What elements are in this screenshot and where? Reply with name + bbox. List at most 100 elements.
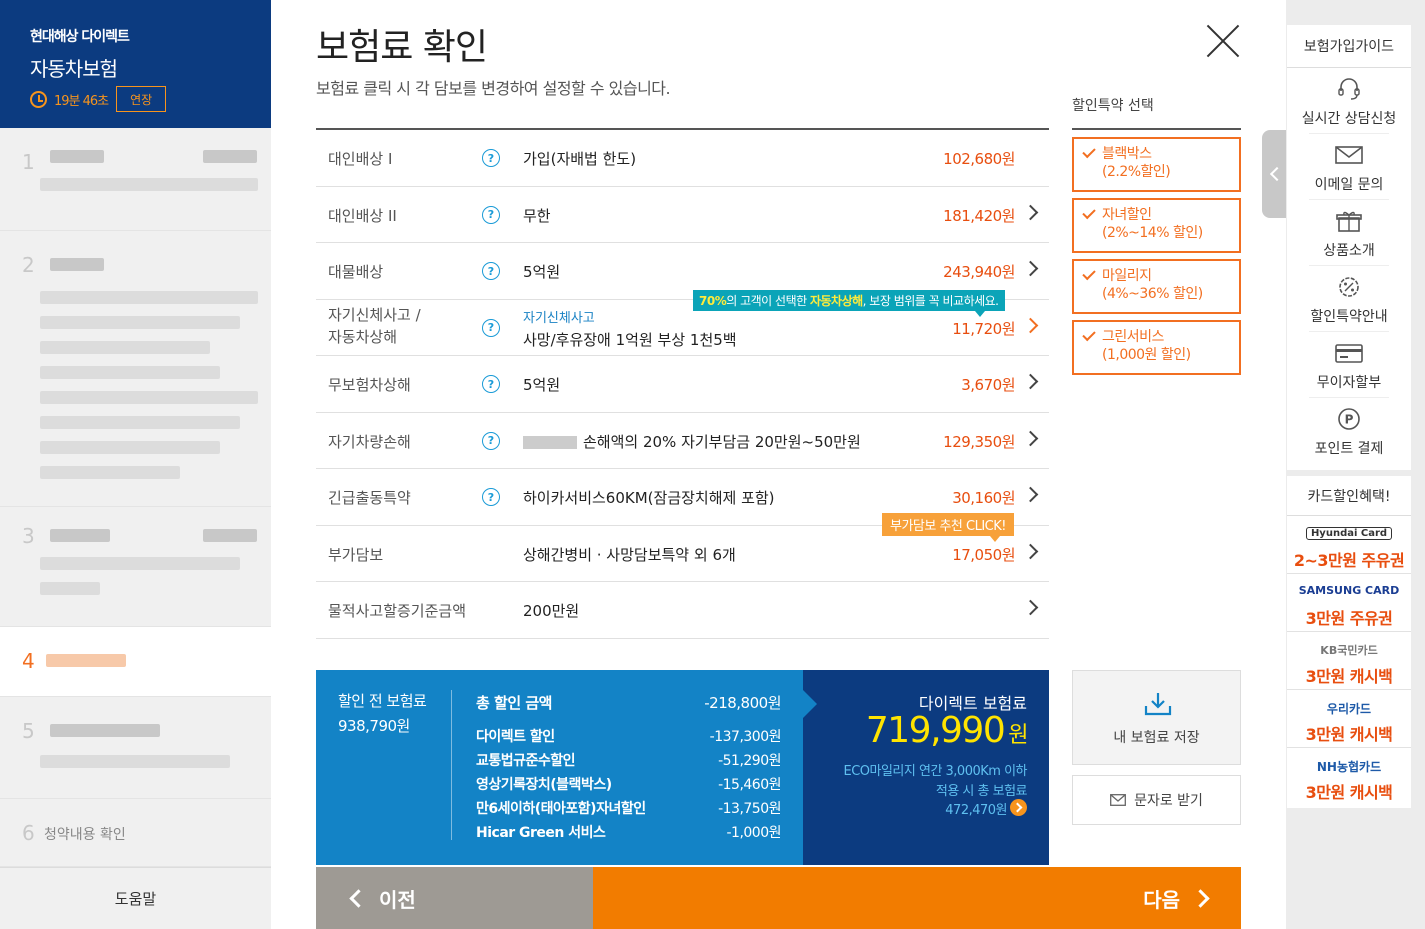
step-5[interactable]: 5 bbox=[0, 697, 271, 799]
masked-text bbox=[40, 178, 258, 191]
help-icon[interactable]: ? bbox=[482, 149, 500, 167]
sms-receive-button[interactable]: 문자로 받기 bbox=[1072, 775, 1241, 825]
coverage-price[interactable]: 11,720원 bbox=[952, 318, 1015, 339]
card-benefit-samsung[interactable]: SAMSUNG CARD 3만원 주유권 bbox=[1287, 574, 1411, 632]
step-6[interactable]: 6 청약내용 확인 bbox=[0, 799, 271, 867]
card-benefit-woori[interactable]: 우리카드 3만원 캐시백 bbox=[1287, 690, 1411, 748]
step-1[interactable]: 1 bbox=[0, 128, 271, 231]
addon-recommend-tooltip[interactable]: 부가담보 추천 CLICK! bbox=[882, 512, 1014, 542]
prev-button[interactable]: 이전 bbox=[316, 867, 593, 929]
masked-text bbox=[203, 150, 257, 163]
coverage-price[interactable]: 243,940원 bbox=[943, 261, 1015, 282]
help-button[interactable]: 도움말 bbox=[0, 867, 271, 929]
coverage-label: 물적사고할증기준금액 bbox=[328, 602, 467, 620]
help-icon[interactable]: ? bbox=[482, 431, 500, 450]
guide-title: 보험가입가이드 bbox=[1287, 25, 1411, 68]
coverage-row[interactable]: 자기차량손해 ? 손해액의 20% 자기부담금 20만원~50만원 129,35… bbox=[316, 413, 1049, 469]
panel-collapse-tab[interactable] bbox=[1262, 130, 1286, 218]
step-4-current[interactable]: 4 bbox=[0, 627, 271, 697]
help-icon[interactable]: ? bbox=[482, 262, 500, 280]
next-label: 다음 bbox=[1143, 887, 1180, 912]
point-icon: P bbox=[1338, 408, 1360, 430]
discount-item-label: 다이렉트 할인 bbox=[476, 729, 555, 745]
coverage-price[interactable]: 30,160원 bbox=[952, 487, 1015, 508]
chevron-right-icon[interactable] bbox=[1022, 373, 1039, 390]
product-name: 자동차보험 bbox=[30, 57, 118, 81]
chevron-right-icon[interactable] bbox=[1022, 599, 1039, 616]
guide-item-consult[interactable]: 실시간 상담신청 bbox=[1287, 68, 1411, 134]
mail-icon bbox=[1110, 794, 1127, 806]
pre-discount-label: 할인 전 보험료 bbox=[338, 692, 427, 710]
discount-item-label: 만6세이하(태아포함)자녀할인 bbox=[476, 801, 646, 817]
coverage-price[interactable]: 3,670원 bbox=[961, 374, 1015, 395]
step-3[interactable]: 3 bbox=[0, 507, 271, 627]
discount-name: 마일리지 bbox=[1102, 268, 1152, 284]
close-icon[interactable] bbox=[1203, 22, 1243, 62]
coverage-label: 자기차량손해 bbox=[328, 432, 411, 451]
masked-text bbox=[46, 654, 126, 667]
total-discount-label: 총 할인 금액 bbox=[476, 694, 552, 712]
discount-option-green[interactable]: 그린서비스 (1,000원 할인) bbox=[1072, 320, 1241, 375]
help-icon[interactable]: ? bbox=[482, 318, 500, 337]
extend-button[interactable]: 연장 bbox=[116, 86, 167, 112]
coverage-row[interactable]: 부가담보 추천 CLICK! 부가담보 상해간병비 · 사망담보특약 외 6개 … bbox=[316, 512, 1049, 582]
discount-option-mileage[interactable]: 마일리지 (4%~36% 할인) bbox=[1072, 259, 1241, 314]
masked-text bbox=[40, 557, 240, 570]
chevron-right-icon[interactable] bbox=[1022, 543, 1039, 559]
next-button[interactable]: 다음 bbox=[593, 867, 1241, 929]
coverage-price[interactable]: 102,680원 bbox=[943, 148, 1015, 169]
save-premium-button[interactable]: 내 보험료 저장 bbox=[1072, 670, 1241, 765]
masked-text bbox=[40, 466, 180, 479]
timer-text: 19분 46초 bbox=[54, 93, 109, 109]
guide-item-installment[interactable]: 무이자할부 bbox=[1287, 332, 1411, 398]
mail-icon bbox=[1335, 146, 1363, 164]
card-benefit-kb[interactable]: KB국민카드 3만원 캐시백 bbox=[1287, 632, 1411, 690]
card-benefit-nh[interactable]: NH농협카드 3만원 캐시백 bbox=[1287, 748, 1411, 806]
help-icon[interactable]: ? bbox=[482, 205, 500, 224]
coverage-value: 무한 bbox=[523, 206, 551, 225]
masked-text bbox=[40, 755, 230, 768]
coverage-row[interactable]: 대인배상 II ? 무한 181,420원 bbox=[316, 187, 1049, 243]
discount-summary: 할인 전 보험료 938,790원 총 할인 금액 -218,800원 다이렉트… bbox=[316, 670, 803, 865]
help-icon[interactable]: ? bbox=[482, 488, 500, 506]
coverage-row[interactable]: 대인배상 I ? 가입(자배법 한도) 102,680원 bbox=[316, 130, 1049, 187]
coverage-price[interactable]: 181,420원 bbox=[943, 205, 1015, 226]
chevron-right-icon[interactable] bbox=[1022, 204, 1039, 220]
coverage-row[interactable]: 물적사고할증기준금액 200만원 bbox=[316, 582, 1049, 639]
coverage-value: 5억원 bbox=[523, 376, 561, 394]
coverage-price[interactable]: 129,350원 bbox=[943, 431, 1015, 452]
guide-item-email[interactable]: 이메일 문의 bbox=[1287, 134, 1411, 200]
download-icon bbox=[1144, 693, 1172, 716]
card-benefit-hyundai[interactable]: Hyundai Card 2~3만원 주유권 bbox=[1287, 516, 1411, 574]
prev-label: 이전 bbox=[379, 887, 416, 912]
coverage-label-line2: 자동차상해 bbox=[328, 327, 398, 346]
guide-item-discount-info[interactable]: 할인특약안내 bbox=[1287, 266, 1411, 332]
direct-premium-value: 719,990 원 bbox=[866, 710, 1029, 751]
help-icon[interactable]: ? bbox=[482, 375, 500, 393]
total-discount-value: -218,800원 bbox=[704, 694, 781, 712]
masked-text bbox=[203, 529, 257, 542]
coverage-price[interactable]: 17,050원 bbox=[952, 544, 1015, 565]
chevron-right-icon[interactable] bbox=[1022, 260, 1039, 277]
coverage-subtype: 자기신체사고 bbox=[523, 310, 595, 326]
coverage-row[interactable]: 70%의 고객이 선택한 자동차상해, 보장 범위를 꼭 비교하세요. 자기신체… bbox=[316, 289, 1049, 356]
guide-item-product[interactable]: 상품소개 bbox=[1287, 200, 1411, 266]
discount-option-child[interactable]: 자녀할인 (2%~14% 할인) bbox=[1072, 198, 1241, 253]
chevron-right-icon[interactable] bbox=[1022, 430, 1039, 446]
chevron-right-icon[interactable] bbox=[1022, 486, 1039, 503]
coverage-label: 무보험차상해 bbox=[328, 376, 411, 394]
discount-option-blackbox[interactable]: 블랙박스 (2.2%할인) bbox=[1072, 137, 1241, 192]
chevron-right-icon[interactable] bbox=[1022, 317, 1039, 333]
masked-text bbox=[40, 416, 240, 429]
discount-rate: (2%~14% 할인) bbox=[1102, 225, 1203, 241]
step-2[interactable]: 2 bbox=[0, 231, 271, 507]
discount-item-label: Hicar Green 서비스 bbox=[476, 825, 606, 841]
page-title: 보험료 확인 bbox=[316, 27, 488, 68]
hyundai-card-logo: Hyundai Card bbox=[1287, 526, 1411, 540]
masked-text bbox=[40, 341, 210, 354]
arrow-right-circle-icon[interactable] bbox=[1010, 799, 1027, 816]
coverage-row[interactable]: 무보험차상해 ? 5억원 3,670원 bbox=[316, 356, 1049, 413]
guide-item-point[interactable]: P 포인트 결제 bbox=[1287, 398, 1411, 464]
masked-text bbox=[50, 258, 104, 271]
card-benefit-text: 3만원 캐시백 bbox=[1305, 667, 1393, 686]
